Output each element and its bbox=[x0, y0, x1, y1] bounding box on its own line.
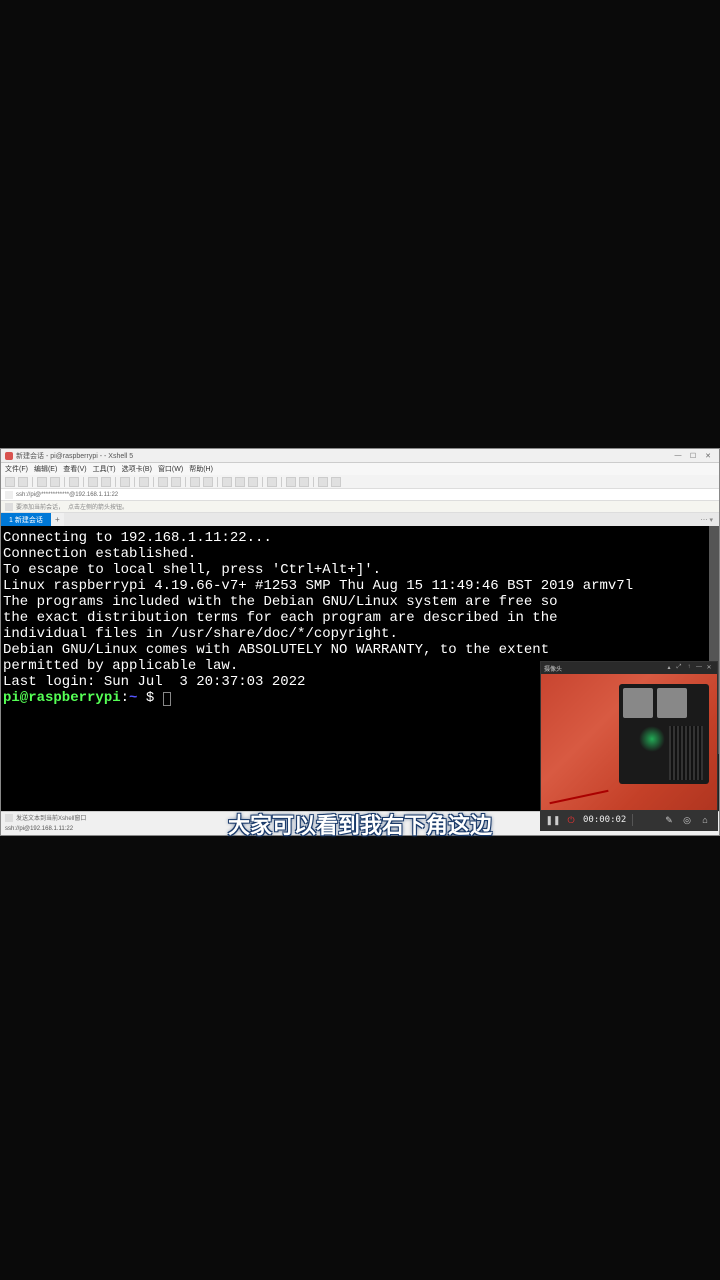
camera-expand-button[interactable]: ⤢ bbox=[674, 664, 684, 672]
toolbar-sep bbox=[64, 477, 65, 487]
color-button[interactable] bbox=[171, 477, 181, 487]
app-icon bbox=[5, 452, 13, 460]
menu-file[interactable]: 文件(F) bbox=[5, 464, 28, 474]
toolbar-sep bbox=[281, 477, 282, 487]
globe-icon bbox=[5, 491, 13, 499]
help-button[interactable] bbox=[318, 477, 328, 487]
hint-text-1: 要添加当前会话， bbox=[16, 502, 64, 511]
camera-close-button[interactable]: ✕ bbox=[704, 664, 714, 672]
compose-label: 发送文本到当前Xshell窗口 bbox=[16, 813, 86, 822]
prompt-user: pi@raspberrypi bbox=[3, 690, 121, 706]
about-button[interactable] bbox=[331, 477, 341, 487]
camera-title: 摄像头 bbox=[544, 664, 562, 673]
toolbar-sep bbox=[262, 477, 263, 487]
compose-button[interactable] bbox=[299, 477, 309, 487]
fullscreen-button[interactable] bbox=[222, 477, 232, 487]
font-button[interactable] bbox=[158, 477, 168, 487]
disconnect-button[interactable] bbox=[50, 477, 60, 487]
find-button[interactable] bbox=[120, 477, 130, 487]
paste-button[interactable] bbox=[101, 477, 111, 487]
menu-view[interactable]: 查看(V) bbox=[63, 464, 86, 474]
camera-up-button[interactable]: ↑ bbox=[684, 664, 694, 672]
camera-feed bbox=[541, 674, 717, 810]
script-button[interactable] bbox=[286, 477, 296, 487]
reconnect-button[interactable] bbox=[37, 477, 47, 487]
camera-minimize-button[interactable]: — bbox=[694, 664, 704, 672]
prompt-colon: : bbox=[121, 690, 129, 706]
camera-timer: 00:00:02 bbox=[583, 815, 626, 825]
toolbar-sep bbox=[313, 477, 314, 487]
edit-icon[interactable]: ✎ bbox=[663, 814, 675, 826]
tab-label: 1 新建会话 bbox=[9, 515, 43, 525]
menu-window[interactable]: 窗口(W) bbox=[158, 464, 183, 474]
term-line: To escape to local shell, press 'Ctrl+Al… bbox=[3, 562, 717, 578]
address-bar[interactable]: ssh://pi@************@192.168.1.11:22 bbox=[1, 489, 719, 501]
hint-text-2: 点击左侧的箭头按钮。 bbox=[68, 502, 128, 511]
menu-edit[interactable]: 编辑(E) bbox=[34, 464, 57, 474]
xftp-button[interactable] bbox=[190, 477, 200, 487]
toolbar-sep bbox=[153, 477, 154, 487]
session-tab-active[interactable]: 1 新建会话 bbox=[1, 513, 51, 526]
term-line: individual files in /usr/share/doc/*/cop… bbox=[3, 626, 717, 642]
menu-tabs[interactable]: 选项卡(B) bbox=[122, 464, 152, 474]
transparency-button[interactable] bbox=[235, 477, 245, 487]
ontop-button[interactable] bbox=[248, 477, 258, 487]
term-line: The programs included with the Debian GN… bbox=[3, 594, 717, 610]
camera-titlebar[interactable]: 摄像头 ▴ ⤢ ↑ — ✕ bbox=[541, 662, 717, 674]
pause-button[interactable]: ❚❚ bbox=[547, 814, 559, 826]
open-button[interactable] bbox=[18, 477, 28, 487]
device-fan bbox=[639, 726, 665, 752]
snapshot-icon[interactable]: ◎ bbox=[681, 814, 693, 826]
toolbar bbox=[1, 475, 719, 489]
toolbar-sep bbox=[217, 477, 218, 487]
toolbar-sep bbox=[32, 477, 33, 487]
camera-window[interactable]: 摄像头 ▴ ⤢ ↑ — ✕ ❚❚ ⏻ 00:00:02 ✎ ◎ ⌂ bbox=[540, 661, 718, 831]
hint-bar: 要添加当前会话， 点击左侧的箭头按钮。 bbox=[1, 501, 719, 513]
term-line: the exact distribution terms for each pr… bbox=[3, 610, 717, 626]
device-wire bbox=[549, 790, 608, 804]
letterbox-top bbox=[0, 0, 720, 448]
record-button[interactable]: ⏻ bbox=[565, 814, 577, 826]
address-text: ssh://pi@************@192.168.1.11:22 bbox=[16, 492, 118, 498]
hint-icon bbox=[5, 503, 13, 511]
toolbar-sep bbox=[83, 477, 84, 487]
terminal-cursor bbox=[163, 692, 171, 706]
compose-icon bbox=[5, 814, 13, 822]
close-button[interactable]: ✕ bbox=[701, 451, 715, 461]
camera-controls: ❚❚ ⏻ 00:00:02 ✎ ◎ ⌂ bbox=[541, 810, 717, 830]
menu-tools[interactable]: 工具(T) bbox=[93, 464, 116, 474]
camera-pin-button[interactable]: ▴ bbox=[664, 664, 674, 672]
letterbox-bottom bbox=[0, 836, 720, 1280]
maximize-button[interactable]: ☐ bbox=[686, 451, 700, 461]
tab-bar: 1 新建会话 + ⋯ ▾ bbox=[1, 513, 719, 526]
term-line: Connection established. bbox=[3, 546, 717, 562]
toolbar-sep bbox=[115, 477, 116, 487]
toolbar-sep bbox=[185, 477, 186, 487]
new-session-button[interactable] bbox=[5, 477, 15, 487]
lock-button[interactable] bbox=[267, 477, 277, 487]
menu-help[interactable]: 帮助(H) bbox=[189, 464, 213, 474]
new-tab-button[interactable]: + bbox=[51, 513, 64, 526]
toolbar-sep bbox=[134, 477, 135, 487]
copy-button[interactable] bbox=[88, 477, 98, 487]
term-line: Connecting to 192.168.1.11:22... bbox=[3, 530, 717, 546]
home-icon[interactable]: ⌂ bbox=[699, 814, 711, 826]
raspberry-pi-device bbox=[619, 684, 709, 784]
properties-button[interactable] bbox=[69, 477, 79, 487]
window-title: 新建会话 - pi@raspberrypi - - Xshell 5 bbox=[16, 451, 133, 461]
video-subtitle: 大家可以看到我右下角这边 bbox=[228, 808, 492, 840]
tool-button[interactable] bbox=[203, 477, 213, 487]
menubar: 文件(F) 编辑(E) 查看(V) 工具(T) 选项卡(B) 窗口(W) 帮助(… bbox=[1, 463, 719, 475]
prompt-dollar: $ bbox=[137, 690, 162, 706]
tab-menu-button[interactable]: ⋯ ▾ bbox=[695, 513, 719, 526]
camera-sep bbox=[632, 814, 633, 826]
term-line: Linux raspberrypi 4.19.66-v7+ #1253 SMP … bbox=[3, 578, 717, 594]
minimize-button[interactable]: — bbox=[671, 451, 685, 461]
print-button[interactable] bbox=[139, 477, 149, 487]
device-heatsink bbox=[669, 726, 703, 780]
titlebar[interactable]: 新建会话 - pi@raspberrypi - - Xshell 5 — ☐ ✕ bbox=[1, 449, 719, 463]
status-connection: ssh://pi@192.168.1.11:22 bbox=[5, 826, 73, 832]
term-line: Debian GNU/Linux comes with ABSOLUTELY N… bbox=[3, 642, 717, 658]
